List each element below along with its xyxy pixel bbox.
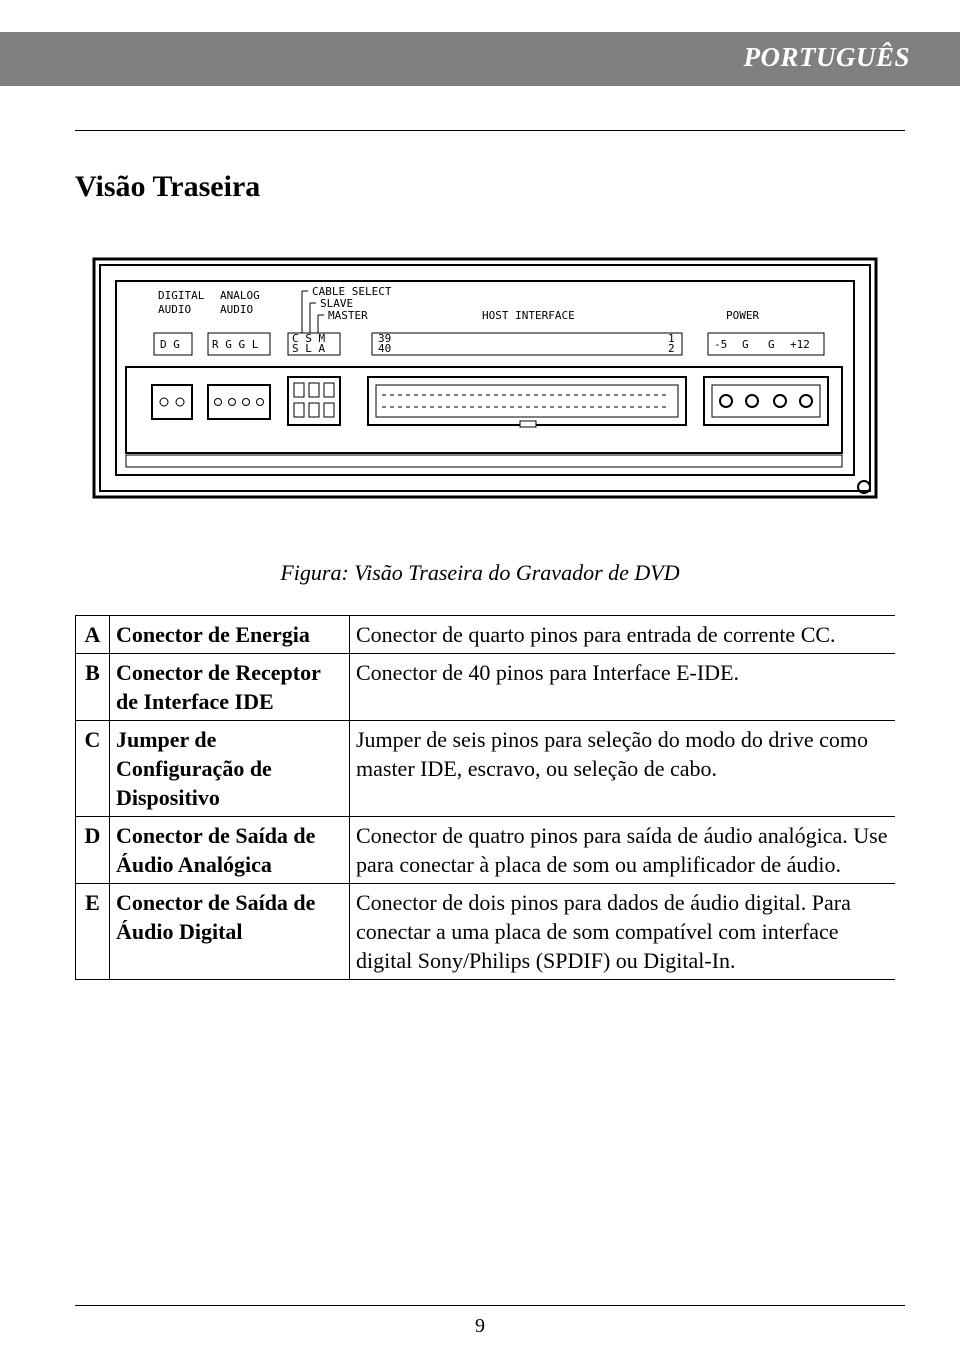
header-divider [75,130,905,131]
row-description: Conector de quarto pinos para entrada de… [350,616,896,654]
row-description: Conector de 40 pinos para Interface E-ID… [350,654,896,721]
row-name: Conector de Receptor de Interface IDE [110,654,350,721]
label-host-interface: HOST INTERFACE [482,309,575,322]
row-name: Conector de Saída de Áudio Digital [110,884,350,980]
section-title: Visão Traseira [75,170,260,204]
row-letter: D [76,817,110,884]
row-name: Conector de Saída de Áudio Analógica [110,817,350,884]
label-dg: D G [160,338,180,351]
row-letter: A [76,616,110,654]
footer-divider [75,1305,905,1306]
row-letter: E [76,884,110,980]
header-language-label: PORTUGUÊS [743,42,910,73]
rear-view-figure: DIGITAL ANALOG AUDIO AUDIO CABLE SELECT … [90,255,880,535]
label-sla: S L A [292,342,325,355]
table-row: AConector de EnergiaConector de quarto p… [76,616,896,654]
table-row: CJumper de Configuração de DispositivoJu… [76,721,896,817]
label-rggl: R G G L [212,338,259,351]
row-letter: B [76,654,110,721]
figure-caption: Figura: Visão Traseira do Gravador de DV… [0,560,960,586]
row-name: Jumper de Configuração de Dispositivo [110,721,350,817]
label-power: POWER [726,309,759,322]
rear-panel-diagram: DIGITAL ANALOG AUDIO AUDIO CABLE SELECT … [90,255,880,535]
label-pwr-m5: -5 [714,338,727,351]
label-pwr-g2: G [768,338,775,351]
table-row: DConector de Saída de Áudio AnalógicaCon… [76,817,896,884]
label-audio1: AUDIO [158,303,191,316]
label-digital: DIGITAL [158,289,205,302]
row-description: Conector de quatro pinos para saída de á… [350,817,896,884]
row-name: Conector de Energia [110,616,350,654]
label-pwr-p12: +12 [790,338,810,351]
row-description: Conector de dois pinos para dados de áud… [350,884,896,980]
table-row: EConector de Saída de Áudio DigitalConec… [76,884,896,980]
label-analog: ANALOG [220,289,260,302]
label-pwr-g1: G [742,338,749,351]
label-pin2: 2 [668,342,675,355]
table-row: BConector de Receptor de Interface IDECo… [76,654,896,721]
label-master: MASTER [328,309,368,322]
header-band: PORTUGUÊS [0,32,960,86]
page-number: 9 [0,1315,960,1338]
row-description: Jumper de seis pinos para seleção do mod… [350,721,896,817]
label-audio2: AUDIO [220,303,253,316]
row-letter: C [76,721,110,817]
connector-table: AConector de EnergiaConector de quarto p… [75,615,895,980]
label-pin40: 40 [378,342,391,355]
